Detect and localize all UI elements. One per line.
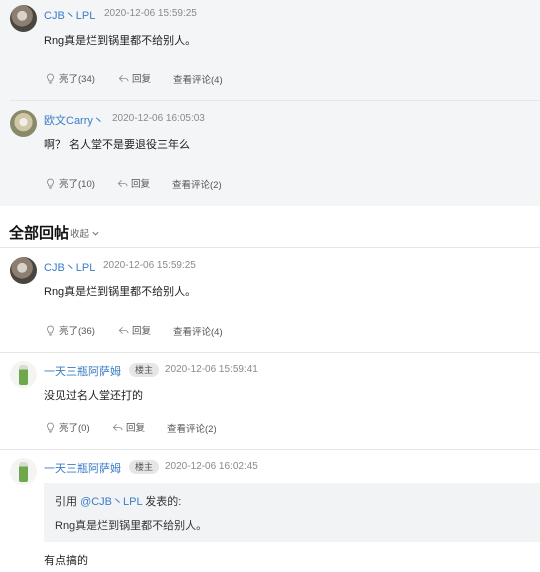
like-button[interactable]: 亮了(34) — [45, 71, 95, 85]
quote-block: 引用 @CJB丶LPL 发表的: Rng真是烂到锅里都不给别人。 — [44, 483, 540, 542]
reply-arrow-icon — [117, 179, 128, 187]
quote-prefix: 引用 — [55, 496, 81, 508]
timestamp: 2020-12-06 16:02:45 — [165, 461, 258, 472]
like-count: 亮了(36) — [59, 326, 95, 337]
like-count: 亮了(34) — [59, 74, 95, 85]
bulb-icon — [47, 178, 54, 189]
bulb-icon — [47, 325, 54, 336]
op-badge: 楼主 — [129, 460, 160, 474]
divider — [0, 352, 540, 353]
bottle-icon — [19, 462, 28, 482]
bulb-icon — [47, 422, 54, 433]
avatar[interactable] — [10, 458, 37, 485]
username[interactable]: 一天三瓶阿萨姆 — [44, 363, 121, 379]
reply-label: 回复 — [132, 74, 152, 85]
view-comments-link[interactable]: 查看评论(2) — [167, 421, 217, 435]
avatar[interactable] — [10, 361, 37, 388]
timestamp: 2020-12-06 15:59:25 — [104, 8, 197, 19]
reply-button[interactable]: 回复 — [112, 420, 145, 434]
avatar[interactable] — [10, 5, 37, 32]
chevron-down-icon — [92, 231, 99, 235]
username[interactable]: 一天三瓶阿萨姆 — [44, 460, 121, 476]
quote-user-link[interactable]: @CJB丶LPL — [80, 496, 142, 508]
quote-suffix: 发表的: — [142, 496, 182, 508]
bulb-icon — [47, 73, 54, 84]
section-title: 全部回帖 — [9, 225, 70, 242]
like-count: 亮了(0) — [59, 423, 90, 434]
reply-arrow-icon — [112, 423, 123, 431]
reply-content: Rng真是烂到锅里都不给别人。 — [44, 35, 197, 47]
reply-button[interactable]: 回复 — [118, 71, 151, 85]
timestamp: 2020-12-06 16:05:03 — [112, 113, 205, 124]
username[interactable]: CJB丶LPL — [44, 7, 95, 23]
reply-label: 回复 — [131, 179, 151, 190]
reply-arrow-icon — [118, 326, 129, 334]
collapse-toggle[interactable]: 收起 — [70, 226, 100, 240]
reply-button[interactable]: 回复 — [118, 323, 151, 337]
quote-header: 引用 @CJB丶LPL 发表的: — [55, 493, 181, 509]
timestamp: 2020-12-06 15:59:25 — [103, 260, 196, 271]
username[interactable]: 欧文Carry丶 — [44, 112, 104, 128]
reply-content: Rng真是烂到锅里都不给别人。 — [44, 286, 197, 298]
like-button[interactable]: 亮了(0) — [45, 420, 90, 434]
divider — [0, 247, 540, 248]
quote-content: Rng真是烂到锅里都不给别人。 — [55, 520, 208, 532]
view-comments-link[interactable]: 查看评论(2) — [172, 177, 222, 191]
avatar[interactable] — [10, 110, 37, 137]
reply-content: 有点搞的 — [44, 555, 88, 567]
divider — [0, 449, 540, 450]
reply-label: 回复 — [132, 326, 152, 337]
timestamp: 2020-12-06 15:59:41 — [165, 364, 258, 375]
collapse-label: 收起 — [70, 229, 90, 240]
op-badge: 楼主 — [129, 363, 160, 377]
username[interactable]: CJB丶LPL — [44, 259, 95, 275]
like-button[interactable]: 亮了(10) — [45, 176, 95, 190]
reply-arrow-icon — [118, 74, 129, 82]
divider — [10, 100, 540, 101]
bottle-icon — [19, 365, 28, 385]
avatar[interactable] — [10, 257, 37, 284]
like-button[interactable]: 亮了(36) — [45, 323, 95, 337]
reply-button[interactable]: 回复 — [117, 176, 150, 190]
view-comments-link[interactable]: 查看评论(4) — [173, 324, 223, 338]
view-comments-link[interactable]: 查看评论(4) — [173, 72, 223, 86]
like-count: 亮了(10) — [59, 179, 95, 190]
reply-content: 啊？ 名人堂不是要退役三年么 — [44, 139, 191, 151]
reply-content: 没见过名人堂还打的 — [44, 390, 143, 402]
reply-label: 回复 — [126, 423, 146, 434]
